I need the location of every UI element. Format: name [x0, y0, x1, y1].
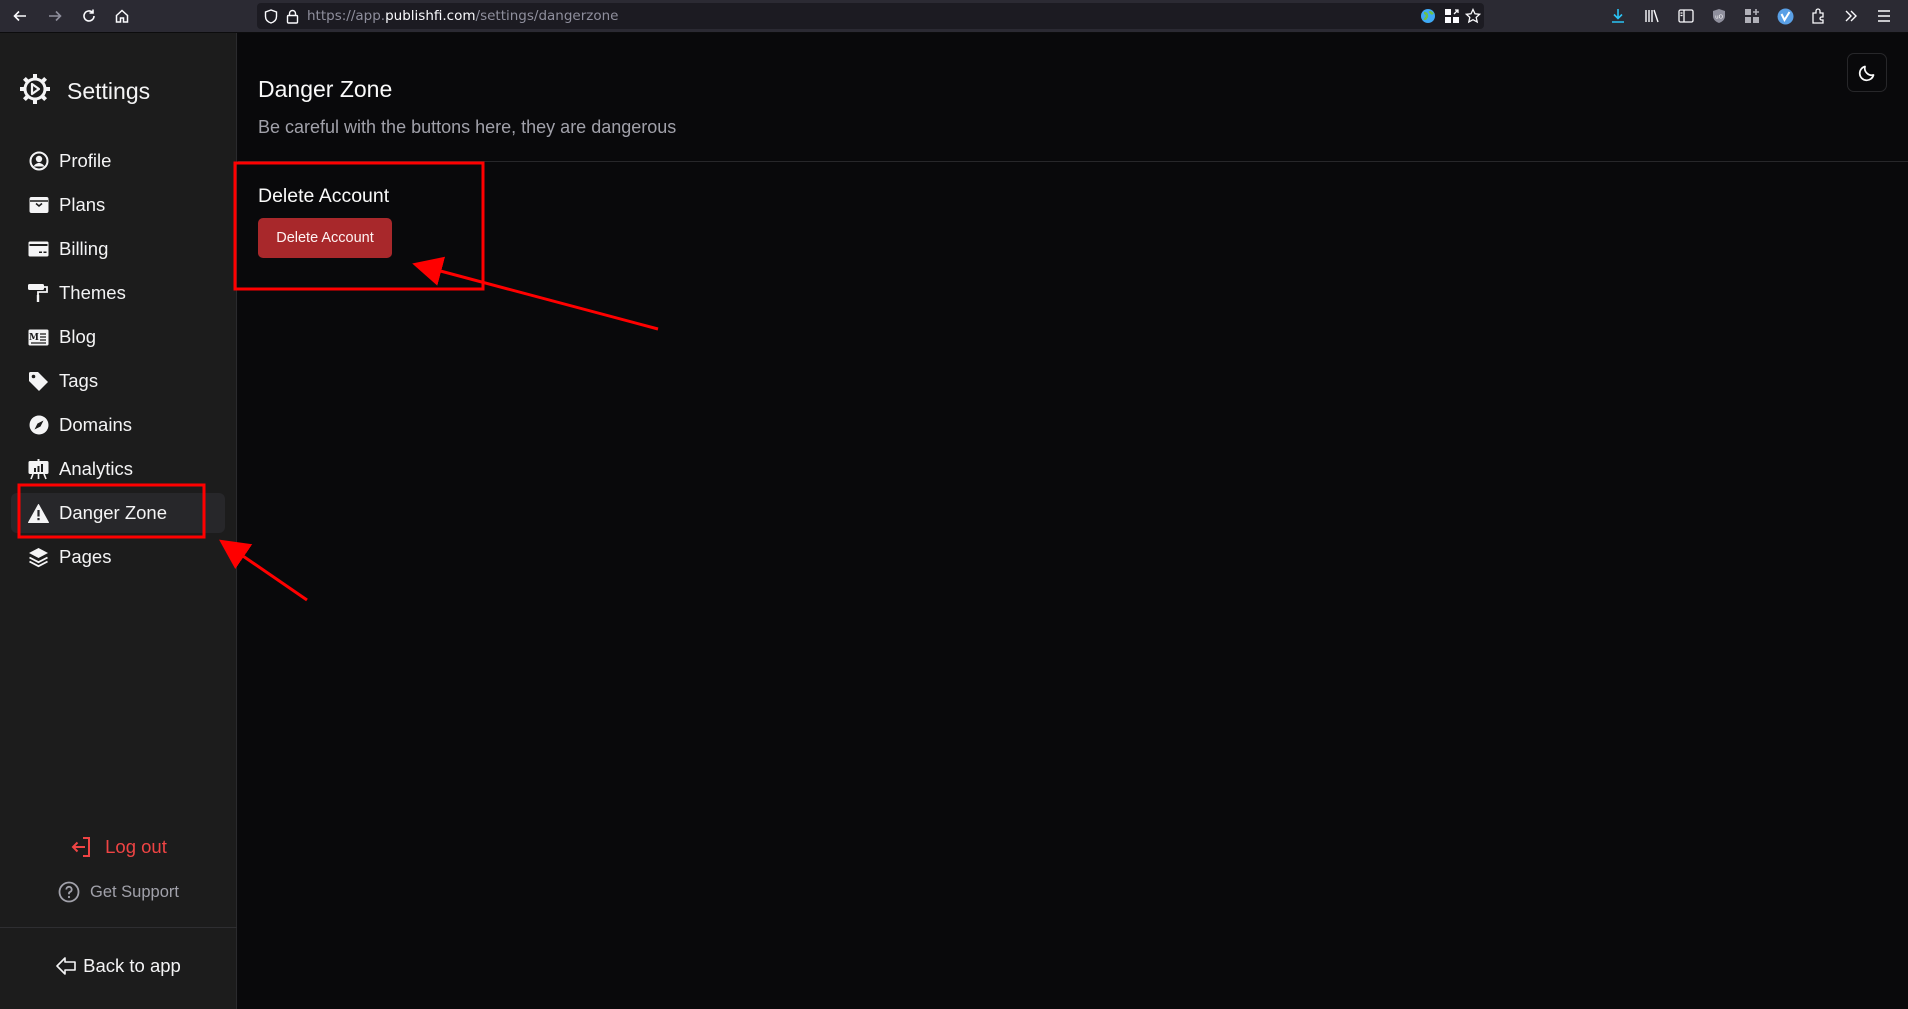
- vpn-icon[interactable]: [1774, 5, 1796, 27]
- url-domain: publishfi.com: [385, 8, 476, 24]
- extensions-add-icon[interactable]: [1741, 5, 1763, 27]
- back-icon[interactable]: [8, 4, 32, 28]
- sidebar-divider: [0, 927, 237, 928]
- sidebar-item-label: Danger Zone: [59, 502, 167, 523]
- settings-gear-icon: [20, 73, 50, 109]
- home-icon[interactable]: [110, 4, 134, 28]
- tag-icon: [28, 371, 49, 392]
- page-title: Danger Zone: [258, 76, 393, 102]
- bookmark-star-icon[interactable]: [1465, 8, 1481, 24]
- sidebar-item-billing[interactable]: Billing: [11, 229, 225, 269]
- svg-text:M: M: [29, 333, 39, 343]
- page-subtitle: Be careful with the buttons here, they a…: [258, 117, 677, 137]
- sidebar-item-danger-zone[interactable]: Danger Zone: [11, 493, 225, 533]
- back-label: Back to app: [83, 955, 181, 976]
- menu-icon[interactable]: [1873, 5, 1895, 27]
- themes-icon: [28, 283, 49, 304]
- sidebar-item-profile[interactable]: Profile: [11, 141, 225, 181]
- sidebar-item-label: Themes: [59, 282, 126, 303]
- header-divider: [238, 161, 1908, 162]
- sidebar-item-domains[interactable]: Domains: [11, 405, 225, 445]
- compass-icon: [28, 415, 49, 436]
- sidebar-item-themes[interactable]: Themes: [11, 273, 225, 313]
- sidebar-icon[interactable]: [1675, 5, 1697, 27]
- sidebar-item-label: Pages: [59, 546, 112, 567]
- delete-account-heading: Delete Account: [258, 185, 390, 207]
- sidebar-item-pages[interactable]: Pages: [11, 537, 225, 577]
- plans-icon: [28, 195, 49, 216]
- theme-toggle-button[interactable]: [1847, 53, 1887, 92]
- blog-icon: M: [28, 327, 49, 348]
- warning-icon: [28, 503, 49, 524]
- svg-text:uO: uO: [1715, 15, 1723, 21]
- sidebar-item-label: Domains: [59, 414, 132, 435]
- puzzle-icon[interactable]: [1807, 5, 1829, 27]
- logout-icon: [70, 836, 92, 858]
- sidebar-item-label: Profile: [59, 150, 112, 171]
- forward-icon[interactable]: [43, 4, 67, 28]
- settings-sidebar: Settings Profile Plans Billing Themes M …: [0, 33, 237, 1009]
- help-icon: [58, 881, 80, 903]
- shield-icon[interactable]: [263, 8, 279, 24]
- moon-icon: [1858, 64, 1876, 82]
- url-text[interactable]: https://app.publishfi.com/settings/dange…: [307, 8, 618, 24]
- logout-button[interactable]: Log out: [0, 836, 237, 858]
- url-path: /settings/dangerzone: [475, 8, 619, 24]
- url-prefix: https://app.: [307, 8, 386, 24]
- layers-icon: [28, 547, 49, 568]
- main-content: Danger Zone Be careful with the buttons …: [238, 33, 1908, 1009]
- sidebar-item-tags[interactable]: Tags: [11, 361, 225, 401]
- billing-icon: [28, 239, 49, 260]
- sidebar-title: Settings: [67, 77, 151, 104]
- browser-toolbar: https://app.publishfi.com/settings/dange…: [0, 0, 1908, 33]
- ublock-icon[interactable]: uO: [1708, 5, 1730, 27]
- sidebar-item-label: Blog: [59, 326, 97, 347]
- overflow-icon[interactable]: [1840, 5, 1862, 27]
- support-label: Get Support: [90, 882, 179, 901]
- arrow-left-icon: [56, 956, 76, 976]
- delete-account-button[interactable]: Delete Account: [258, 218, 392, 258]
- extension-globe-icon[interactable]: [1420, 8, 1436, 24]
- analytics-icon: [28, 458, 49, 480]
- profile-icon: [28, 151, 49, 172]
- library-icon[interactable]: [1641, 5, 1663, 27]
- sidebar-item-blog[interactable]: M Blog: [11, 317, 225, 357]
- sidebar-item-label: Tags: [59, 370, 99, 391]
- reload-icon[interactable]: [77, 4, 101, 28]
- get-support-link[interactable]: Get Support: [0, 881, 237, 903]
- sidebar-item-label: Analytics: [59, 458, 134, 479]
- url-bar[interactable]: https://app.publishfi.com/settings/dange…: [257, 3, 1484, 29]
- lock-icon[interactable]: [284, 8, 300, 24]
- settings-nav: Profile Plans Billing Themes M Blog Tags…: [11, 141, 225, 581]
- sidebar-item-label: Plans: [59, 194, 106, 215]
- qr-icon[interactable]: [1444, 8, 1460, 24]
- sidebar-brand: Settings: [20, 73, 150, 109]
- sidebar-item-plans[interactable]: Plans: [11, 185, 225, 225]
- sidebar-item-analytics[interactable]: Analytics: [11, 449, 225, 489]
- logout-label: Log out: [105, 836, 167, 857]
- sidebar-item-label: Billing: [59, 238, 109, 259]
- back-to-app-button[interactable]: Back to app: [0, 955, 237, 977]
- downloads-icon[interactable]: [1607, 5, 1629, 27]
